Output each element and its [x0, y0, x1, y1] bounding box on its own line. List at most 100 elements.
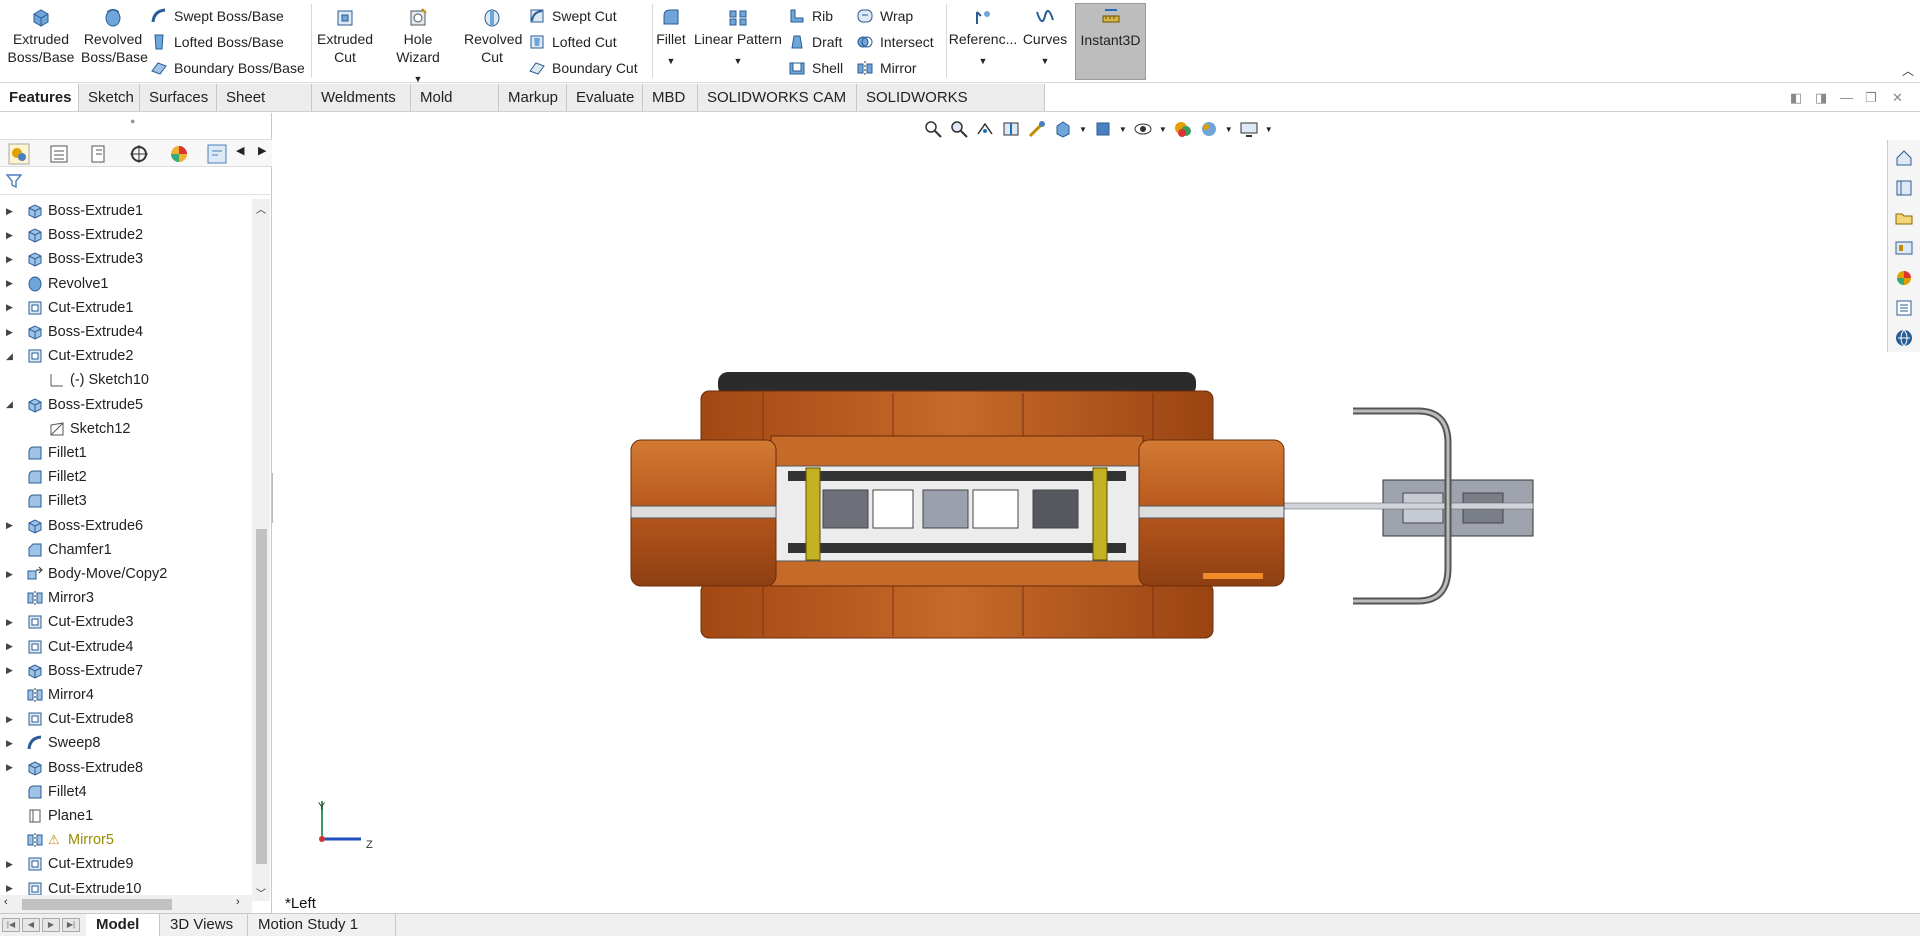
solidworks-resources-icon[interactable] [1894, 148, 1914, 168]
tree-item[interactable]: Mirror4 [0, 683, 252, 707]
tree-item[interactable]: ▶ Cut-Extrude3 [0, 610, 252, 634]
reference-geometry-button[interactable]: Referenc... ▼ [949, 6, 1017, 70]
wrap-button[interactable]: Wrap [856, 5, 913, 27]
first-tab-icon[interactable]: |◀ [2, 918, 20, 932]
tree-item[interactable]: ▶ Boss-Extrude2 [0, 223, 252, 247]
expand-arrow-icon[interactable]: ▶ [6, 883, 14, 894]
scroll-up-icon[interactable]: ︿ [256, 201, 266, 216]
shell-button[interactable]: Shell [788, 57, 843, 79]
linear-pattern-dropdown-icon[interactable]: ▼ [734, 52, 743, 70]
expand-arrow-icon[interactable]: ▶ [6, 762, 14, 773]
scroll-right-icon[interactable]: › [236, 896, 240, 908]
collapse-arrow-icon[interactable]: ◢ [6, 351, 14, 362]
tab-markup[interactable]: Markup [499, 84, 567, 111]
expand-arrow-icon[interactable]: ▶ [6, 327, 14, 338]
tree-item[interactable]: Fillet3 [0, 489, 252, 513]
tree-horizontal-scroll-thumb[interactable] [22, 899, 172, 910]
expand-arrow-icon[interactable]: ▶ [6, 206, 14, 217]
tree-item[interactable]: ▶ Boss-Extrude8 [0, 756, 252, 780]
tree-item[interactable]: ▶ Boss-Extrude4 [0, 320, 252, 344]
fillet-dropdown-icon[interactable]: ▼ [667, 52, 676, 70]
previous-tab-icon[interactable]: ◀ [22, 918, 40, 932]
design-library-icon[interactable] [1894, 178, 1914, 198]
tree-item[interactable]: Fillet4 [0, 780, 252, 804]
property-manager-tab-icon[interactable] [48, 143, 70, 165]
tree-item[interactable]: Plane1 [0, 804, 252, 828]
tab-mold-tools[interactable]: Mold Tools [411, 84, 499, 133]
feature-manager-tab-icon[interactable] [8, 143, 30, 165]
expand-arrow-icon[interactable]: ▶ [6, 520, 14, 531]
boundary-boss-button[interactable]: Boundary Boss/Base [150, 57, 305, 79]
tree-item[interactable]: ▶ Revolve1 [0, 272, 252, 296]
tree-item[interactable]: ▶ Boss-Extrude3 [0, 247, 252, 271]
expand-arrow-icon[interactable]: ▶ [6, 617, 14, 628]
mirror-button[interactable]: Mirror [856, 57, 917, 79]
dimxpert-tab-icon[interactable] [128, 143, 150, 165]
tree-item[interactable]: ◢ Cut-Extrude2 [0, 344, 252, 368]
expand-arrow-icon[interactable]: ▶ [6, 859, 14, 870]
collapse-arrow-icon[interactable]: ◢ [6, 399, 14, 410]
boundary-cut-button[interactable]: Boundary Cut [528, 57, 638, 79]
scroll-down-icon[interactable]: ﹀ [256, 885, 266, 900]
tree-item[interactable]: ▶ Cut-Extrude4 [0, 635, 252, 659]
tree-item[interactable]: ▶ Boss-Extrude6 [0, 514, 252, 538]
extruded-cut-button[interactable]: Extruded Cut [315, 6, 375, 66]
tab-features[interactable]: Features [0, 84, 79, 111]
tree-item[interactable]: Fillet1 [0, 441, 252, 465]
cam-tab-icon[interactable] [206, 143, 228, 165]
expand-arrow-icon[interactable]: ▶ [6, 714, 14, 725]
tab-solidworks-inspection[interactable]: SOLIDWORKS Inspection [857, 84, 1045, 133]
tile-right-icon[interactable]: ◨ [1815, 90, 1827, 106]
solidworks-forum-icon[interactable] [1894, 328, 1914, 348]
tab-3d-views[interactable]: 3D Views [160, 914, 248, 936]
tree-item[interactable]: ⚠ Mirror5 [0, 828, 252, 852]
instant3d-button[interactable]: Instant3D [1075, 3, 1146, 80]
last-tab-icon[interactable]: ▶| [62, 918, 80, 932]
reference-dropdown-icon[interactable]: ▼ [979, 52, 988, 70]
restore-icon[interactable]: ❐ [1865, 90, 1877, 106]
scroll-left-icon[interactable]: ‹ [4, 896, 8, 908]
tree-item[interactable]: ◢ Boss-Extrude5 [0, 393, 252, 417]
file-explorer-icon[interactable] [1894, 208, 1914, 228]
model-graphics[interactable] [273, 113, 1887, 893]
hole-wizard-button[interactable]: Hole Wizard ▼ [380, 6, 456, 88]
graphics-viewport[interactable]: ▼ ▼ ▼ ▼ ▼ Y Z *Left [273, 113, 1887, 913]
tab-evaluate[interactable]: Evaluate [567, 84, 643, 111]
tree-item[interactable]: Sketch12 [0, 417, 252, 441]
minimize-icon[interactable]: — [1840, 90, 1853, 105]
tree-item[interactable]: ▶ Body-Move/Copy2 [0, 562, 252, 586]
tree-item[interactable]: ▶ Boss-Extrude7 [0, 659, 252, 683]
tile-left-icon[interactable]: ◧ [1790, 90, 1802, 106]
panel-grip-icon[interactable]: ● [130, 116, 135, 126]
tabs-scroll-right-icon[interactable]: ▶ [258, 144, 266, 157]
tree-item[interactable]: ▶ Cut-Extrude8 [0, 707, 252, 731]
lofted-cut-button[interactable]: Lofted Cut [528, 31, 617, 53]
intersect-button[interactable]: Intersect [856, 31, 934, 53]
view-palette-icon[interactable] [1894, 238, 1914, 258]
tab-surfaces[interactable]: Surfaces [140, 84, 217, 111]
revolved-boss-button[interactable]: Revolved Boss/Base [80, 6, 148, 66]
curves-dropdown-icon[interactable]: ▼ [1041, 52, 1050, 70]
tabs-scroll-left-icon[interactable]: ◀ [236, 144, 244, 157]
tree-item[interactable]: ▶ Cut-Extrude1 [0, 296, 252, 320]
tree-horizontal-scrollbar[interactable]: ‹ › [0, 895, 252, 913]
expand-arrow-icon[interactable]: ▶ [6, 302, 14, 313]
linear-pattern-button[interactable]: Linear Pattern ▼ [692, 6, 784, 70]
swept-boss-button[interactable]: Swept Boss/Base [150, 5, 284, 27]
tab-motion-study-1[interactable]: Motion Study 1 [248, 914, 396, 936]
draft-button[interactable]: Draft [788, 31, 842, 53]
expand-arrow-icon[interactable]: ▶ [6, 641, 14, 652]
tab-weldments[interactable]: Weldments [312, 84, 411, 111]
tree-item[interactable]: ▶ Cut-Extrude9 [0, 852, 252, 876]
tree-item[interactable]: (-) Sketch10 [0, 368, 252, 392]
fillet-button[interactable]: Fillet ▼ [654, 6, 688, 70]
tab-mbd[interactable]: MBD [643, 84, 698, 111]
tab-model[interactable]: Model [86, 914, 160, 936]
tree-item[interactable]: Fillet2 [0, 465, 252, 489]
tab-sheet-metal[interactable]: Sheet Metal [217, 84, 312, 133]
expand-arrow-icon[interactable]: ▶ [6, 665, 14, 676]
display-manager-tab-icon[interactable] [168, 143, 190, 165]
custom-properties-icon[interactable] [1894, 298, 1914, 318]
revolved-cut-button[interactable]: Revolved Cut [462, 6, 522, 66]
tree-item[interactable]: Chamfer1 [0, 538, 252, 562]
